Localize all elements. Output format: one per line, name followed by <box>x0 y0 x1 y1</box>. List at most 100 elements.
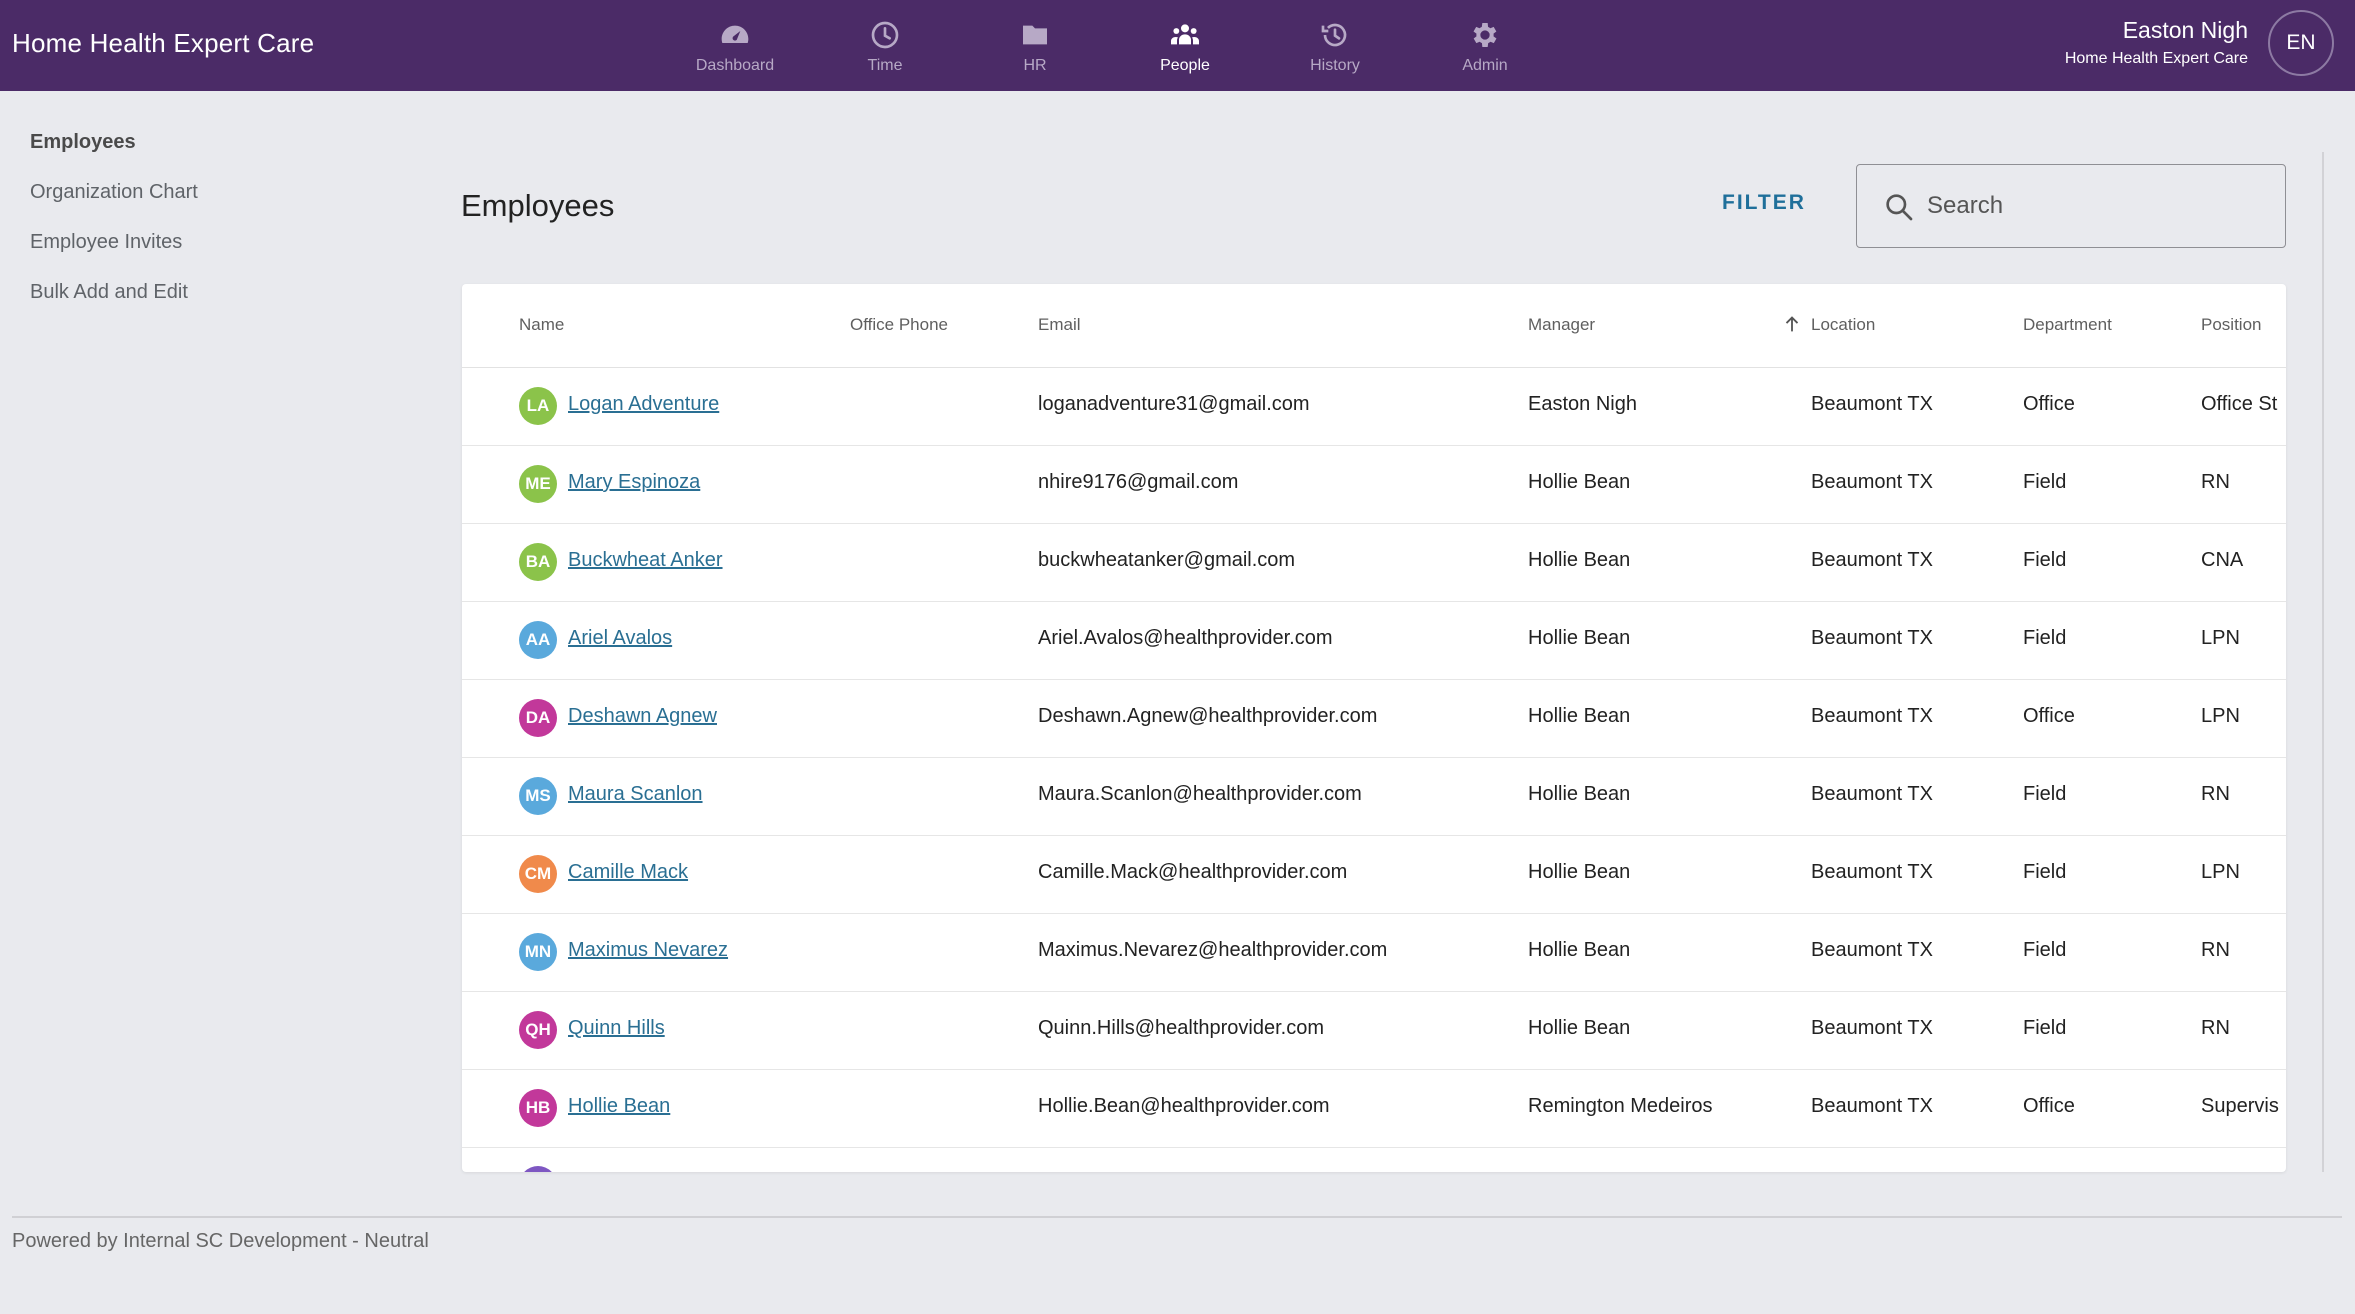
top-app-bar: Home Health Expert Care Dashboard Time H… <box>0 0 2355 91</box>
location-cell: Beaumont TX <box>1811 705 1933 727</box>
manager-cell: Hollie Bean <box>1528 705 1631 727</box>
location-cell: Beaumont TX <box>1811 1095 1933 1117</box>
email-cell: Hollie.Bean@healthprovider.com <box>1038 1095 1330 1117</box>
column-header-email[interactable]: Email <box>1038 315 1081 335</box>
department-cell: Field <box>2023 549 2067 571</box>
manager-cell: Remington Medeiros <box>1528 1095 1713 1117</box>
nav-hr[interactable]: HR <box>960 0 1110 91</box>
employee-name-link[interactable]: Logan Adventure <box>568 393 719 416</box>
position-cell: LPN <box>2201 627 2240 649</box>
search-icon <box>1886 194 1913 221</box>
avatar: MS <box>519 777 557 815</box>
department-cell: Office <box>2023 705 2075 727</box>
location-cell: Beaumont TX <box>1811 783 1933 805</box>
nav-admin[interactable]: Admin <box>1410 0 1560 91</box>
email-cell: Quinn.Hills@healthprovider.com <box>1038 1017 1324 1039</box>
avatar: CM <box>519 855 557 893</box>
location-cell: Beaumont TX <box>1811 939 1933 961</box>
column-header-location[interactable]: Location <box>1785 315 1876 335</box>
app-brand[interactable]: Home Health Expert Care <box>12 28 314 59</box>
sidebar-item-organization-chart[interactable]: Organization Chart <box>30 178 198 228</box>
employee-name-link[interactable]: Maura Scanlon <box>568 783 703 806</box>
nav-people[interactable]: People <box>1110 0 1260 91</box>
table-row[interactable]: CM Camille Mack Camille.Mack@healthprovide… <box>462 836 2286 914</box>
department-cell: Office <box>2023 393 2075 415</box>
clock-icon <box>871 21 899 48</box>
employee-name-link[interactable]: Quinn Hills <box>568 1017 665 1040</box>
column-header-department[interactable]: Department <box>2023 315 2112 335</box>
avatar: QH <box>519 1011 557 1049</box>
filter-button[interactable]: FILTER <box>1722 191 1806 215</box>
history-icon <box>1321 23 1347 46</box>
location-cell: Beaumont TX <box>1811 393 1933 415</box>
manager-cell: Hollie Bean <box>1528 861 1631 883</box>
position-cell: Office St <box>2201 393 2278 415</box>
department-cell: Field <box>2023 861 2067 883</box>
footer-text: Powered by Internal SC Development - Neu… <box>12 1230 429 1252</box>
table-row[interactable]: MN Maximus Nevarez Maximus.Nevarez@healthp… <box>462 914 2286 992</box>
manager-cell: Hollie Bean <box>1528 783 1631 805</box>
column-header-position[interactable]: Position <box>2201 315 2261 335</box>
nav-dashboard[interactable]: Dashboard <box>660 0 810 91</box>
table-row[interactable]: MS Maura Scanlon Maura.Scanlon@healthprovi… <box>462 758 2286 836</box>
nav-label: Admin <box>1462 56 1508 74</box>
employee-name-link[interactable]: Camille Mack <box>568 861 688 884</box>
position-cell: Supervis <box>2201 1095 2279 1117</box>
search-field[interactable] <box>1856 164 2286 248</box>
position-cell: RN <box>2201 939 2230 961</box>
table-row[interactable]: HB Hollie Bean Hollie.Bean@healthprovider.… <box>462 1070 2286 1148</box>
employee-name-link[interactable]: Mary Espinoza <box>568 471 700 494</box>
position-cell: RN <box>2201 783 2230 805</box>
user-name: Easton Nigh <box>2122 17 2248 43</box>
folder-icon <box>1023 25 1047 44</box>
avatar: BA <box>519 543 557 581</box>
department-cell: Field <box>2023 783 2067 805</box>
table-row[interactable]: LA Logan Adventure loganadventure31@gmail.… <box>462 368 2286 446</box>
table-row[interactable]: DA Deshawn Agnew Deshawn.Agnew@healthprovi… <box>462 680 2286 758</box>
location-cell: Beaumont TX <box>1811 627 1933 649</box>
department-cell: Field <box>2023 939 2067 961</box>
email-cell: buckwheatanker@gmail.com <box>1038 549 1296 571</box>
table-row[interactable]: BA Buckwheat Anker buckwheatanker@gmail.co… <box>462 524 2286 602</box>
nav-label: HR <box>1023 56 1047 74</box>
table-row[interactable]: QH Quinn Hills Quinn.Hills@healthprovider.… <box>462 992 2286 1070</box>
email-cell: Deshawn.Agnew@healthprovider.com <box>1038 705 1378 727</box>
search-input[interactable] <box>1927 185 2267 227</box>
nav-label: History <box>1310 56 1360 74</box>
gear-icon <box>1473 22 1497 47</box>
employee-name-link[interactable]: Hollie Bean <box>568 1095 670 1118</box>
page-title: Employees <box>461 188 615 223</box>
sidebar-item-employees[interactable]: Employees <box>30 128 198 178</box>
nav-history[interactable]: History <box>1260 0 1410 91</box>
column-header-name[interactable]: Name <box>519 315 564 335</box>
people-icon <box>1171 23 1199 44</box>
table-row[interactable]: AA Ariel Avalos Ariel.Avalos@healthprovide… <box>462 602 2286 680</box>
avatar: HB <box>519 1089 557 1127</box>
sidebar-item-employee-invites[interactable]: Employee Invites <box>30 228 198 278</box>
position-cell: LPN <box>2201 861 2240 883</box>
sidebar-item-bulk-add-edit[interactable]: Bulk Add and Edit <box>30 278 198 328</box>
location-cell: Beaumont TX <box>1811 549 1933 571</box>
table-row[interactable]: ME Mary Espinoza nhire9176@gmail.com Hollie… <box>462 446 2286 524</box>
location-cell: Beaumont TX <box>1811 471 1933 493</box>
avatar: MN <box>519 933 557 971</box>
email-cell: nhire9176@gmail.com <box>1038 471 1239 493</box>
employee-name-link[interactable]: Deshawn Agnew <box>568 705 717 728</box>
user-info[interactable]: Easton Nigh Home Health Expert Care <box>2065 17 2248 68</box>
page-scrollbar[interactable] <box>2322 152 2324 1172</box>
position-cell: RN <box>2201 471 2230 493</box>
column-header-office-phone[interactable]: Office Phone <box>850 315 948 335</box>
dashboard-gauge-icon <box>721 25 749 43</box>
employee-name-link[interactable]: Buckwheat Anker <box>568 549 723 572</box>
position-cell: LPN <box>2201 705 2240 727</box>
manager-cell: Hollie Bean <box>1528 627 1631 649</box>
column-header-location-label: Location <box>1811 315 1876 334</box>
avatar <box>519 1166 557 1172</box>
user-avatar[interactable]: EN <box>2268 10 2334 76</box>
employee-name-link[interactable]: Ariel Avalos <box>568 627 672 650</box>
employee-name-link[interactable]: Maximus Nevarez <box>568 939 728 962</box>
nav-time[interactable]: Time <box>810 0 960 91</box>
manager-cell: Hollie Bean <box>1528 549 1631 571</box>
employees-table: Name Office Phone Email Manager Location… <box>462 284 2286 1172</box>
column-header-manager[interactable]: Manager <box>1528 315 1595 335</box>
